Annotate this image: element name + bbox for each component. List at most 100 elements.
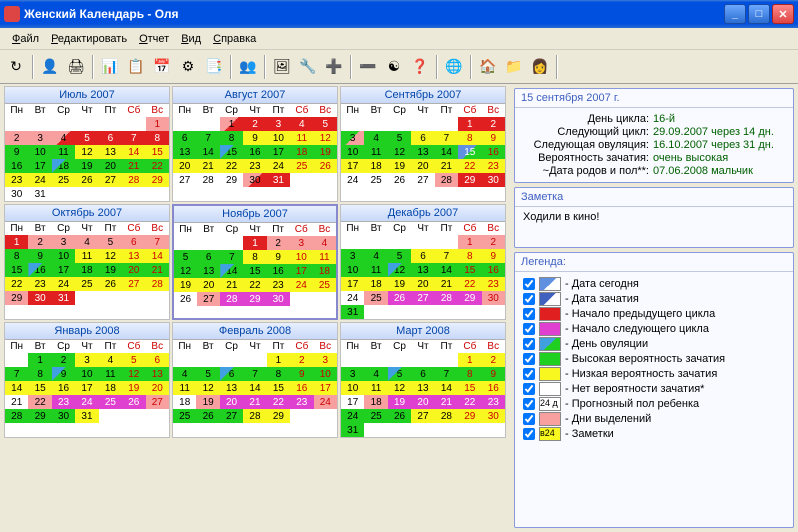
menu-Файл[interactable]: Файл — [6, 31, 45, 47]
day-cell[interactable]: 22 — [243, 278, 266, 292]
day-cell[interactable]: 7 — [243, 367, 266, 381]
day-cell[interactable]: 29 — [243, 292, 266, 306]
toolbar-btn-2[interactable]: 🖨 — [64, 55, 88, 79]
day-cell[interactable]: 10 — [341, 145, 364, 159]
toolbar-btn-11[interactable]: ➕ — [322, 55, 346, 79]
day-cell[interactable]: 7 — [122, 131, 145, 145]
day-cell[interactable]: 1 — [146, 117, 169, 131]
day-cell[interactable]: 25 — [364, 291, 387, 305]
day-cell[interactable]: 25 — [313, 278, 336, 292]
day-cell[interactable]: 6 — [122, 235, 145, 249]
day-cell[interactable]: 13 — [411, 263, 434, 277]
day-cell[interactable]: 3 — [314, 353, 337, 367]
day-cell[interactable]: 29 — [5, 291, 28, 305]
day-cell[interactable]: 13 — [173, 145, 196, 159]
day-cell[interactable]: 22 — [28, 395, 51, 409]
day-cell[interactable]: 2 — [267, 236, 290, 250]
day-cell[interactable]: 24 — [290, 278, 313, 292]
day-cell[interactable]: 4 — [364, 249, 387, 263]
day-cell[interactable]: 23 — [267, 278, 290, 292]
day-cell[interactable]: 9 — [482, 249, 505, 263]
day-cell[interactable]: 10 — [52, 249, 75, 263]
day-cell[interactable]: 28 — [435, 173, 458, 187]
day-cell[interactable]: 17 — [52, 263, 75, 277]
day-cell[interactable]: 26 — [75, 173, 98, 187]
day-cell[interactable]: 26 — [196, 409, 219, 423]
day-cell[interactable]: 29 — [458, 409, 481, 423]
day-cell[interactable]: 12 — [196, 381, 219, 395]
day-cell[interactable]: 4 — [364, 367, 387, 381]
day-cell[interactable]: 18 — [99, 381, 122, 395]
toolbar-btn-7[interactable]: 📑 — [202, 55, 226, 79]
day-cell[interactable]: 27 — [411, 173, 434, 187]
day-cell[interactable]: 3 — [341, 131, 364, 145]
day-cell[interactable]: 24 — [267, 159, 290, 173]
day-cell[interactable]: 14 — [435, 145, 458, 159]
day-cell[interactable]: 27 — [122, 277, 145, 291]
day-cell[interactable]: 26 — [388, 173, 411, 187]
day-cell[interactable]: 6 — [220, 367, 243, 381]
day-cell[interactable]: 20 — [173, 159, 196, 173]
day-cell[interactable]: 24 — [341, 173, 364, 187]
day-cell[interactable]: 4 — [313, 236, 336, 250]
day-cell[interactable]: 27 — [411, 291, 434, 305]
toolbar-btn-15[interactable]: 🌐 — [442, 55, 466, 79]
toolbar-btn-5[interactable]: 📅 — [150, 55, 174, 79]
month-header[interactable]: Февраль 2008 — [173, 323, 337, 340]
day-cell[interactable]: 12 — [75, 145, 98, 159]
day-cell[interactable]: 10 — [267, 131, 290, 145]
day-cell[interactable]: 7 — [5, 367, 28, 381]
day-cell[interactable]: 9 — [482, 367, 505, 381]
day-cell[interactable]: 5 — [75, 131, 98, 145]
close-button[interactable]: ✕ — [772, 4, 794, 24]
day-cell[interactable]: 14 — [435, 263, 458, 277]
day-cell[interactable]: 5 — [388, 131, 411, 145]
day-cell[interactable]: 1 — [5, 235, 28, 249]
day-cell[interactable]: 5 — [196, 367, 219, 381]
day-cell[interactable]: 10 — [341, 381, 364, 395]
legend-checkbox[interactable] — [523, 353, 535, 365]
legend-checkbox[interactable] — [523, 293, 535, 305]
legend-checkbox[interactable] — [523, 398, 535, 410]
day-cell[interactable]: 24 — [341, 409, 364, 423]
day-cell[interactable]: 21 — [220, 278, 243, 292]
day-cell[interactable]: 2 — [243, 117, 266, 131]
day-cell[interactable]: 26 — [388, 291, 411, 305]
month-header[interactable]: Октябрь 2007 — [5, 205, 169, 222]
day-cell[interactable]: 7 — [196, 131, 219, 145]
day-cell[interactable]: 18 — [75, 263, 98, 277]
day-cell[interactable]: 30 — [28, 291, 51, 305]
day-cell[interactable]: 14 — [146, 249, 169, 263]
day-cell[interactable]: 1 — [458, 235, 481, 249]
day-cell[interactable]: 7 — [220, 250, 243, 264]
maximize-button[interactable]: □ — [748, 4, 770, 24]
toolbar-btn-6[interactable]: ⚙ — [176, 55, 200, 79]
day-cell[interactable]: 8 — [243, 250, 266, 264]
day-cell[interactable]: 1 — [243, 236, 266, 250]
legend-checkbox[interactable] — [523, 308, 535, 320]
day-cell[interactable]: 5 — [314, 117, 337, 131]
day-cell[interactable]: 8 — [458, 249, 481, 263]
day-cell[interactable]: 24 — [75, 395, 98, 409]
day-cell[interactable]: 5 — [388, 367, 411, 381]
legend-checkbox[interactable] — [523, 323, 535, 335]
day-cell[interactable]: 2 — [290, 353, 313, 367]
day-cell[interactable]: 8 — [5, 249, 28, 263]
day-cell[interactable]: 23 — [482, 159, 505, 173]
day-cell[interactable]: 10 — [28, 145, 51, 159]
day-cell[interactable]: 26 — [314, 159, 337, 173]
day-cell[interactable]: 11 — [99, 367, 122, 381]
day-cell[interactable]: 21 — [146, 263, 169, 277]
day-cell[interactable]: 2 — [482, 117, 505, 131]
day-cell[interactable]: 26 — [99, 277, 122, 291]
day-cell[interactable]: 3 — [52, 235, 75, 249]
day-cell[interactable]: 16 — [52, 381, 75, 395]
day-cell[interactable]: 13 — [411, 381, 434, 395]
day-cell[interactable]: 31 — [267, 173, 290, 187]
day-cell[interactable]: 10 — [314, 367, 337, 381]
day-cell[interactable]: 3 — [341, 367, 364, 381]
day-cell[interactable]: 15 — [267, 381, 290, 395]
day-cell[interactable]: 20 — [411, 159, 434, 173]
day-cell[interactable]: 7 — [435, 131, 458, 145]
day-cell[interactable]: 27 — [173, 173, 196, 187]
